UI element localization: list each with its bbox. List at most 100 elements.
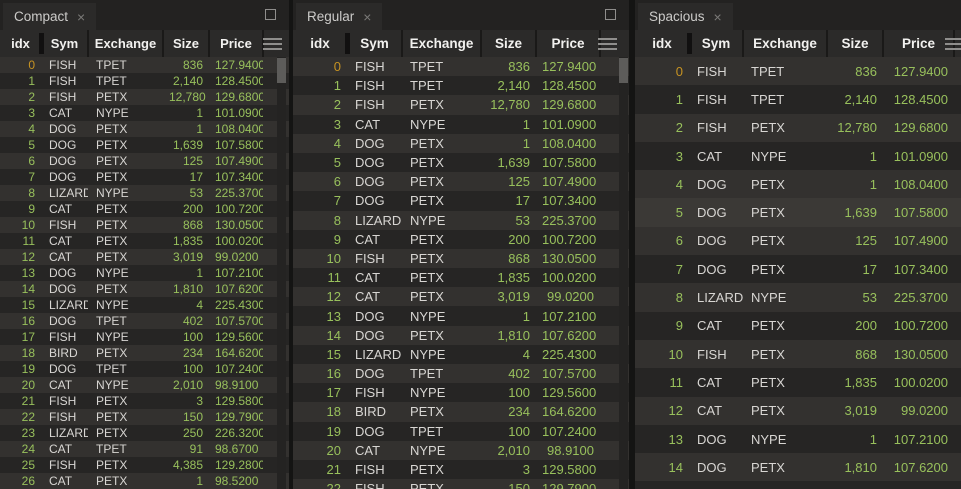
- column-header-idx[interactable]: idx: [0, 36, 41, 51]
- column-header-sym[interactable]: Sym: [41, 36, 88, 51]
- table-row[interactable]: 3CATNYPE1101.0900: [635, 142, 961, 170]
- table-row[interactable]: 11CATPETX1,835100.0200: [635, 368, 961, 396]
- table-row[interactable]: 2FISHPETX12,780129.6800: [635, 114, 961, 142]
- table-row[interactable]: 25FISHPETX4,385129.2800: [0, 457, 289, 473]
- cell-sym: DOG: [41, 138, 88, 152]
- table-row[interactable]: 23LIZARDPETX250226.3200: [0, 425, 289, 441]
- table-row[interactable]: 2FISHPETX12,780129.6800: [293, 95, 629, 114]
- table-row[interactable]: 9CATPETX200100.7200: [635, 312, 961, 340]
- table-row[interactable]: 12CATPETX3,01999.0200: [635, 397, 961, 425]
- menu-icon[interactable]: [263, 38, 282, 50]
- table-row[interactable]: 21FISHPETX3129.5800: [0, 393, 289, 409]
- table-row[interactable]: 8LIZARDNYPE53225.3700: [0, 185, 289, 201]
- cell-price: 127.9400: [209, 58, 263, 72]
- close-icon[interactable]: ×: [714, 10, 722, 24]
- table-row[interactable]: 7DOGPETX17107.3400: [0, 169, 289, 185]
- table-row[interactable]: 12CATPETX3,01999.0200: [0, 249, 289, 265]
- table-row[interactable]: 10FISHPETX868130.0500: [635, 340, 961, 368]
- table-row[interactable]: 22FISHPETX150129.7900: [0, 409, 289, 425]
- tab-regular[interactable]: Regular ×: [296, 3, 382, 30]
- cell-size: 1: [481, 309, 536, 324]
- table-row[interactable]: 0FISHTPET836127.9400: [0, 57, 289, 73]
- column-header-idx[interactable]: idx: [293, 36, 347, 51]
- table-row[interactable]: 16DOGTPET402107.5700: [293, 364, 629, 383]
- table-row[interactable]: 13DOGNYPE1107.2100: [0, 265, 289, 281]
- tab-spacious[interactable]: Spacious ×: [638, 3, 733, 30]
- table-row[interactable]: 21FISHPETX3129.5800: [293, 460, 629, 479]
- table-row[interactable]: 16DOGTPET402107.5700: [0, 313, 289, 329]
- table-row[interactable]: 5DOGPETX1,639107.5800: [293, 153, 629, 172]
- table-row[interactable]: 8LIZARDNYPE53225.3700: [635, 283, 961, 311]
- table-row[interactable]: 11CATPETX1,835100.0200: [0, 233, 289, 249]
- table-row[interactable]: 1FISHTPET2,140128.4500: [635, 85, 961, 113]
- table-row[interactable]: 12CATPETX3,01999.0200: [293, 287, 629, 306]
- table-row[interactable]: 2FISHPETX12,780129.6800: [0, 89, 289, 105]
- column-header-price[interactable]: Price: [536, 36, 600, 51]
- table-row[interactable]: 13DOGNYPE1107.2100: [635, 425, 961, 453]
- table-row[interactable]: 10FISHPETX868130.0500: [0, 217, 289, 233]
- menu-icon[interactable]: [598, 38, 617, 50]
- table-row[interactable]: 19DOGTPET100107.2400: [0, 361, 289, 377]
- table-row[interactable]: 13DOGNYPE1107.2100: [293, 306, 629, 325]
- table-row[interactable]: 15LIZARDNYPE4225.4300: [0, 297, 289, 313]
- vertical-scrollbar[interactable]: [619, 57, 628, 489]
- table-row[interactable]: 18BIRDPETX234164.6200: [0, 345, 289, 361]
- table-row[interactable]: 1FISHTPET2,140128.4500: [0, 73, 289, 89]
- table-row[interactable]: 7DOGPETX17107.3400: [635, 255, 961, 283]
- column-header-size[interactable]: Size: [827, 36, 883, 51]
- table-row[interactable]: 15LIZARDNYPE4225.4300: [635, 481, 961, 489]
- table-row[interactable]: 17FISHNYPE100129.5600: [293, 383, 629, 402]
- table-row[interactable]: 17FISHNYPE100129.5600: [0, 329, 289, 345]
- table-row[interactable]: 14DOGPETX1,810107.6200: [293, 326, 629, 345]
- column-header-price[interactable]: Price: [883, 36, 954, 51]
- table-row[interactable]: 9CATPETX200100.7200: [293, 230, 629, 249]
- table-row[interactable]: 26CATPETX198.5200: [0, 473, 289, 489]
- table-row[interactable]: 5DOGPETX1,639107.5800: [0, 137, 289, 153]
- scrollbar-thumb[interactable]: [277, 58, 286, 83]
- table-row[interactable]: 0FISHTPET836127.9400: [293, 57, 629, 76]
- table-row[interactable]: 24CATTPET9198.6700: [0, 441, 289, 457]
- table-row[interactable]: 20CATNYPE2,01098.9100: [0, 377, 289, 393]
- table-row[interactable]: 20CATNYPE2,01098.9100: [293, 441, 629, 460]
- column-header-exchange[interactable]: Exchange: [402, 36, 481, 51]
- column-header-sym[interactable]: Sym: [347, 36, 402, 51]
- column-header-size[interactable]: Size: [481, 36, 536, 51]
- table-row[interactable]: 3CATNYPE1101.0900: [293, 115, 629, 134]
- table-row[interactable]: 19DOGTPET100107.2400: [293, 422, 629, 441]
- column-header-size[interactable]: Size: [163, 36, 209, 51]
- table-row[interactable]: 7DOGPETX17107.3400: [293, 191, 629, 210]
- table-row[interactable]: 14DOGPETX1,810107.6200: [635, 453, 961, 481]
- column-header-exchange[interactable]: Exchange: [743, 36, 827, 51]
- column-header-idx[interactable]: idx: [635, 36, 689, 51]
- table-row[interactable]: 15LIZARDNYPE4225.4300: [293, 345, 629, 364]
- column-header-price[interactable]: Price: [209, 36, 263, 51]
- column-header-exchange[interactable]: Exchange: [88, 36, 163, 51]
- table-row[interactable]: 6DOGPETX125107.4900: [293, 172, 629, 191]
- table-row[interactable]: 3CATNYPE1101.0900: [0, 105, 289, 121]
- scrollbar-thumb[interactable]: [619, 58, 628, 83]
- maximize-icon[interactable]: [265, 9, 276, 20]
- table-row[interactable]: 10FISHPETX868130.0500: [293, 249, 629, 268]
- table-row[interactable]: 4DOGPETX1108.0400: [0, 121, 289, 137]
- table-row[interactable]: 22FISHPETX150129.7900: [293, 479, 629, 489]
- menu-icon[interactable]: [945, 38, 961, 50]
- table-row[interactable]: 4DOGPETX1108.0400: [635, 170, 961, 198]
- table-row[interactable]: 9CATPETX200100.7200: [0, 201, 289, 217]
- table-row[interactable]: 8LIZARDNYPE53225.3700: [293, 211, 629, 230]
- maximize-icon[interactable]: [605, 9, 616, 20]
- table-row[interactable]: 6DOGPETX125107.4900: [0, 153, 289, 169]
- cell-exchange: NYPE: [88, 186, 163, 200]
- vertical-scrollbar[interactable]: [277, 57, 286, 489]
- table-row[interactable]: 18BIRDPETX234164.6200: [293, 402, 629, 421]
- table-row[interactable]: 11CATPETX1,835100.0200: [293, 268, 629, 287]
- table-row[interactable]: 6DOGPETX125107.4900: [635, 227, 961, 255]
- table-row[interactable]: 5DOGPETX1,639107.5800: [635, 198, 961, 226]
- tab-compact[interactable]: Compact ×: [3, 3, 96, 30]
- close-icon[interactable]: ×: [363, 10, 371, 24]
- table-row[interactable]: 0FISHTPET836127.9400: [635, 57, 961, 85]
- table-row[interactable]: 14DOGPETX1,810107.6200: [0, 281, 289, 297]
- table-row[interactable]: 1FISHTPET2,140128.4500: [293, 76, 629, 95]
- table-row[interactable]: 4DOGPETX1108.0400: [293, 134, 629, 153]
- column-header-sym[interactable]: Sym: [689, 36, 743, 51]
- close-icon[interactable]: ×: [77, 10, 85, 24]
